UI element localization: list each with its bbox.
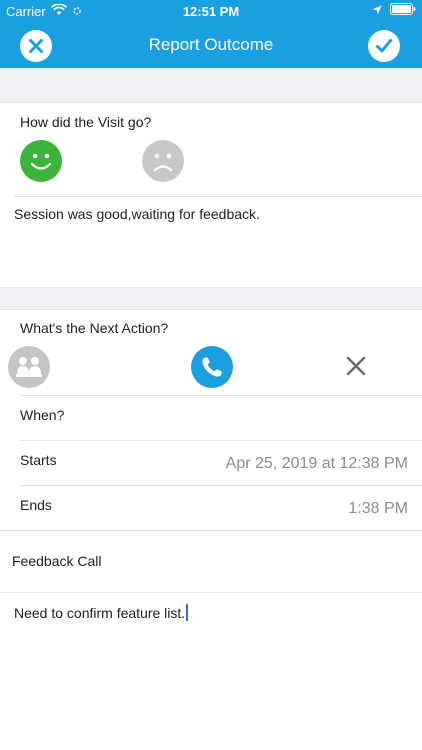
- battery-icon: [390, 3, 416, 18]
- ends-value: 1:38 PM: [348, 500, 408, 517]
- divider: [20, 485, 422, 486]
- divider: [0, 102, 422, 103]
- starts-value: Apr 25, 2019 at 12:38 PM: [225, 455, 408, 472]
- action-title-field[interactable]: Feedback Call: [12, 553, 102, 569]
- section-gap: [0, 68, 422, 102]
- divider: [0, 592, 422, 593]
- text-cursor: [186, 604, 189, 621]
- divider: [14, 196, 422, 197]
- divider: [20, 395, 422, 396]
- next-action-question-label: What's the Next Action?: [20, 320, 169, 336]
- visit-question-label: How did the Visit go?: [20, 114, 152, 130]
- status-time: 12:51 PM: [182, 4, 240, 19]
- close-icon: [346, 356, 366, 376]
- meeting-icon: [16, 357, 42, 377]
- good-outcome-button[interactable]: [20, 140, 62, 182]
- smiley-sad-icon: [153, 153, 173, 172]
- visit-notes-text[interactable]: Session was good,waiting for feedback.: [14, 206, 260, 222]
- action-notes-field[interactable]: Need to confirm feature list.: [14, 604, 189, 621]
- nav-bar: Report Outcome: [0, 24, 422, 68]
- phone-icon: [202, 357, 222, 377]
- section-gap: [0, 288, 422, 309]
- action-notes-text: Need to confirm feature list.: [14, 605, 186, 621]
- cancel-action-button[interactable]: [336, 346, 376, 386]
- checkmark-icon: [376, 39, 392, 53]
- divider: [0, 309, 422, 310]
- call-action-button[interactable]: [191, 346, 233, 388]
- location-icon: [372, 3, 382, 18]
- status-bar: Carrier 12:51 PM: [0, 0, 422, 24]
- starts-label: Starts: [20, 452, 57, 468]
- divider: [20, 440, 422, 441]
- bad-outcome-button[interactable]: [142, 140, 184, 182]
- page-title: Report Outcome: [148, 35, 274, 54]
- done-button[interactable]: [368, 30, 400, 62]
- meeting-action-button[interactable]: [8, 346, 50, 388]
- smiley-happy-icon: [30, 153, 52, 170]
- ends-label: Ends: [20, 497, 52, 513]
- when-label: When?: [20, 407, 65, 423]
- divider: [0, 530, 422, 531]
